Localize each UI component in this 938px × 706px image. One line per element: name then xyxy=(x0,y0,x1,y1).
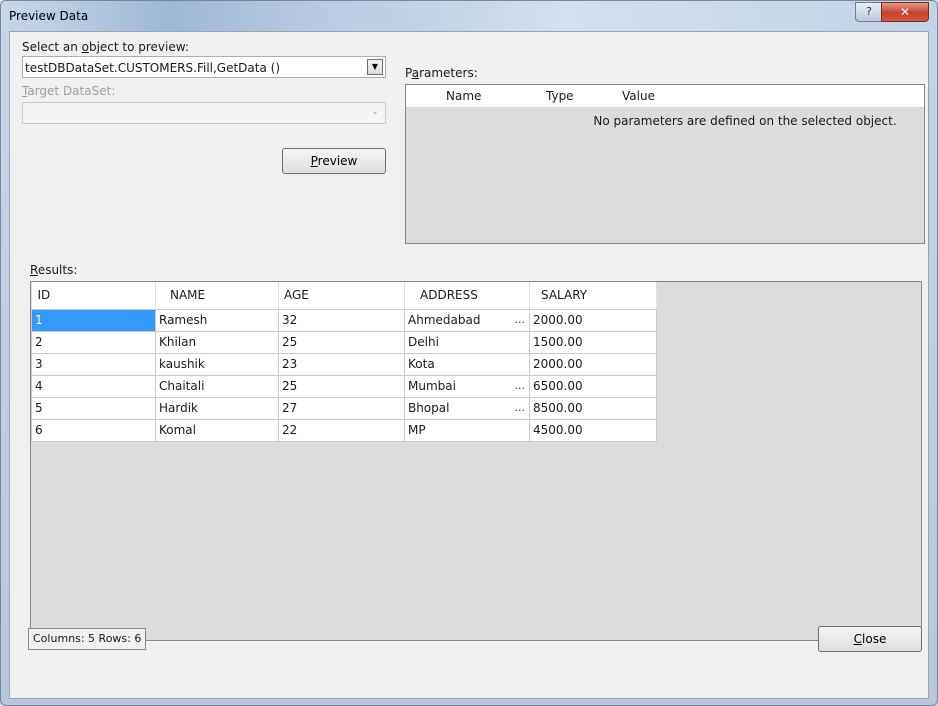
param-col-name[interactable]: Name xyxy=(446,89,481,103)
cell-address-text: MP xyxy=(408,423,426,437)
cell-id[interactable]: 1 xyxy=(31,308,156,332)
more-ellipsis[interactable]: ... xyxy=(515,401,526,414)
select-object-label: Select an object to preview: xyxy=(22,40,189,54)
cell-id[interactable]: 4 xyxy=(31,374,156,398)
dialog-body: Select an object to preview: testDBDataS… xyxy=(9,31,929,699)
table-row[interactable]: 2 Khilan 25 Delhi 1500.00 xyxy=(31,330,657,354)
cell-salary[interactable]: 8500.00 xyxy=(529,396,657,420)
parameters-label: Parameters: xyxy=(405,66,478,80)
cell-name[interactable]: Hardik xyxy=(155,396,279,420)
close-button-rest: lose xyxy=(862,632,887,646)
cell-salary[interactable]: 2000.00 xyxy=(529,352,657,376)
select-object-label-pre: Select an xyxy=(22,40,82,54)
column-header-name[interactable]: NAME xyxy=(155,282,279,310)
cell-age[interactable]: 25 xyxy=(278,330,405,354)
parameters-label-pre: P xyxy=(405,66,412,80)
param-col-value[interactable]: Value xyxy=(622,89,655,103)
cell-salary[interactable]: 2000.00 xyxy=(529,308,657,332)
cell-name[interactable]: Ramesh xyxy=(155,308,279,332)
cell-age[interactable]: 22 xyxy=(278,418,405,442)
close-button-key: C xyxy=(853,632,863,646)
parameters-label-key: a xyxy=(411,66,420,80)
column-header-id[interactable]: ID xyxy=(31,282,156,310)
cell-salary[interactable]: 1500.00 xyxy=(529,330,657,354)
table-row[interactable]: 4 Chaitali 25 Mumbai... 6500.00 xyxy=(31,374,657,398)
target-dataset-select: ⌄ xyxy=(22,102,386,124)
column-header-address[interactable]: ADDRESS xyxy=(404,282,530,310)
cell-age[interactable]: 32 xyxy=(278,308,405,332)
cell-age[interactable]: 23 xyxy=(278,352,405,376)
cell-address-text: Ahmedabad xyxy=(408,313,481,327)
cell-salary[interactable]: 6500.00 xyxy=(529,374,657,398)
parameters-label-post: rameters: xyxy=(419,66,478,80)
cell-address[interactable]: Kota xyxy=(404,352,530,376)
results-grid[interactable]: ID NAME AGE ADDRESS SALARY 1 Ramesh 32 A… xyxy=(30,281,922,641)
window-close-button[interactable]: ✕ xyxy=(881,2,929,22)
title-bar[interactable]: Preview Data ? ✕ xyxy=(1,1,937,31)
cell-name[interactable]: kaushik xyxy=(155,352,279,376)
preview-button[interactable]: Preview xyxy=(282,148,386,174)
results-label-post: esults: xyxy=(37,263,78,277)
cell-age[interactable]: 25 xyxy=(278,374,405,398)
close-button[interactable]: Close xyxy=(818,626,922,652)
cell-age[interactable]: 27 xyxy=(278,396,405,420)
cell-address[interactable]: Bhopal... xyxy=(404,396,530,420)
parameters-grid[interactable]: Name Type Value No parameters are define… xyxy=(405,84,925,244)
cell-address-text: Mumbai xyxy=(408,379,456,393)
parameters-header: Name Type Value xyxy=(406,85,924,108)
object-select[interactable]: testDBDataSet.CUSTOMERS.Fill,GetData () … xyxy=(22,56,386,78)
parameters-empty-message: No parameters are defined on the selecte… xyxy=(593,114,897,128)
target-dataset-label: Target DataSet: xyxy=(22,84,115,98)
status-row-count: Columns: 5 Rows: 6 xyxy=(28,628,147,650)
cell-address[interactable]: Mumbai... xyxy=(404,374,530,398)
cell-salary[interactable]: 4500.00 xyxy=(529,418,657,442)
results-header-row: ID NAME AGE ADDRESS SALARY xyxy=(31,282,657,310)
table-row[interactable]: 5 Hardik 27 Bhopal... 8500.00 xyxy=(31,396,657,420)
column-header-salary[interactable]: SALARY xyxy=(529,282,657,310)
results-label: Results: xyxy=(30,263,77,277)
chevron-down-icon: ⌄ xyxy=(371,107,379,116)
column-header-age[interactable]: AGE xyxy=(278,282,405,310)
more-ellipsis[interactable]: ... xyxy=(515,313,526,326)
cell-name[interactable]: Chaitali xyxy=(155,374,279,398)
cell-address-text: Bhopal xyxy=(408,401,450,415)
cell-address-text: Kota xyxy=(408,357,435,371)
cell-name[interactable]: Komal xyxy=(155,418,279,442)
preview-button-rest: review xyxy=(317,154,358,168)
cell-address-text: Delhi xyxy=(408,335,439,349)
results-label-key: R xyxy=(30,263,38,277)
select-object-label-post: bject to preview: xyxy=(88,40,189,54)
help-button[interactable]: ? xyxy=(855,2,883,22)
preview-button-key: P xyxy=(310,154,318,168)
cell-address[interactable]: Ahmedabad... xyxy=(404,308,530,332)
table-row[interactable]: 1 Ramesh 32 Ahmedabad... 2000.00 xyxy=(31,308,657,332)
select-object-label-key: o xyxy=(81,40,89,54)
cell-name[interactable]: Khilan xyxy=(155,330,279,354)
table-row[interactable]: 6 Komal 22 MP 4500.00 xyxy=(31,418,657,442)
object-select-value: testDBDataSet.CUSTOMERS.Fill,GetData () xyxy=(25,61,281,75)
cell-address[interactable]: MP xyxy=(404,418,530,442)
cell-address[interactable]: Delhi xyxy=(404,330,530,354)
param-col-type[interactable]: Type xyxy=(546,89,574,103)
chevron-down-icon[interactable]: ▼ xyxy=(367,59,383,75)
cell-id[interactable]: 6 xyxy=(31,418,156,442)
cell-id[interactable]: 3 xyxy=(31,352,156,376)
cell-id[interactable]: 2 xyxy=(31,330,156,354)
more-ellipsis[interactable]: ... xyxy=(515,379,526,392)
cell-id[interactable]: 5 xyxy=(31,396,156,420)
table-row[interactable]: 3 kaushik 23 Kota 2000.00 xyxy=(31,352,657,376)
window-title: Preview Data xyxy=(9,9,89,23)
results-table: ID NAME AGE ADDRESS SALARY 1 Ramesh 32 A… xyxy=(31,282,657,442)
target-dataset-label-post: arget DataSet: xyxy=(27,84,116,98)
preview-data-dialog: Preview Data ? ✕ Select an object to pre… xyxy=(0,0,938,706)
